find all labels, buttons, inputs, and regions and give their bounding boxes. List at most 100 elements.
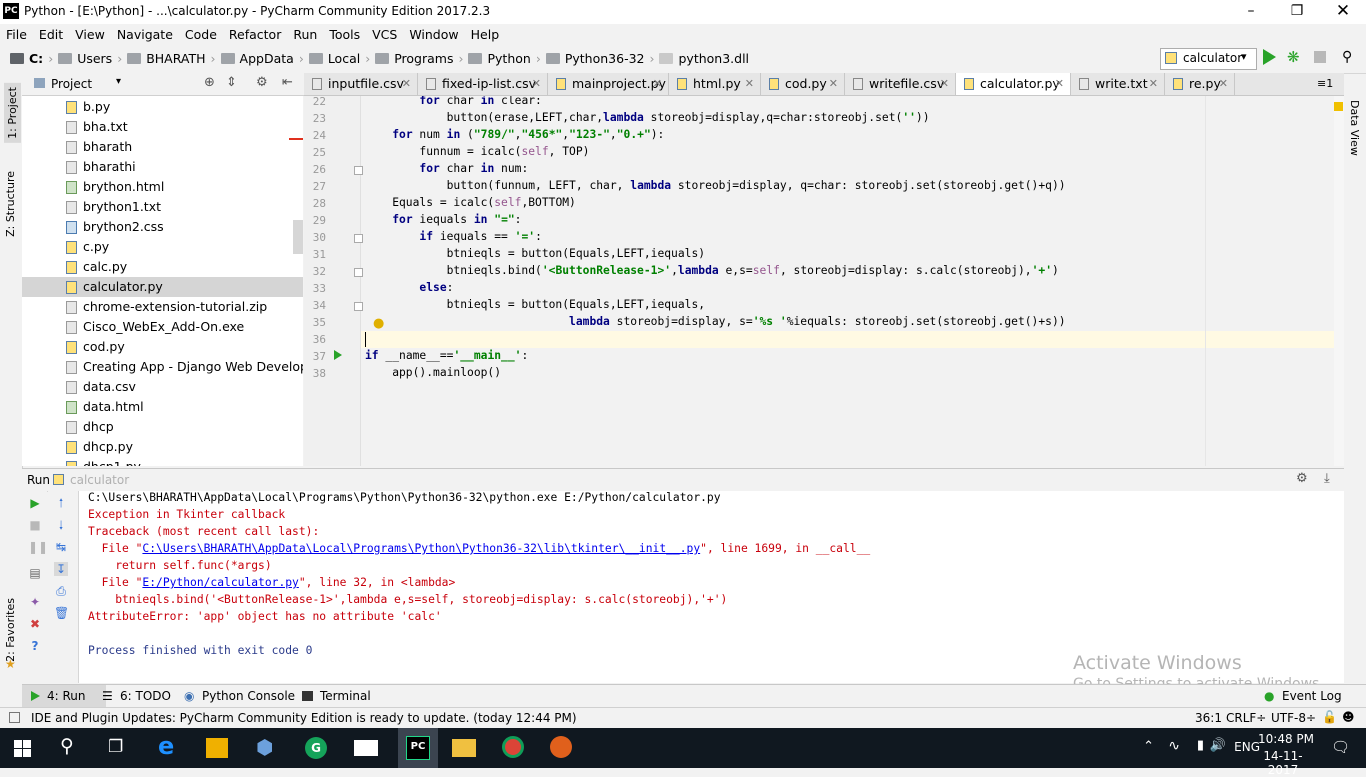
task-view-icon[interactable]: ❐ (108, 737, 136, 765)
print-icon[interactable]: ⎙ (54, 584, 68, 598)
tool-favorites[interactable]: 2: Favorites (4, 598, 17, 662)
file-encoding[interactable]: UTF-8÷ (1271, 711, 1316, 725)
lock-icon[interactable]: 🔓 (1322, 710, 1337, 724)
close-run-icon[interactable]: ✖ (28, 617, 42, 631)
restore-icon[interactable]: ❐ (1274, 0, 1320, 24)
close-tab-icon[interactable]: ✕ (829, 73, 838, 95)
close-tab-icon[interactable]: ✕ (745, 73, 754, 95)
help-icon[interactable]: ? (28, 639, 42, 653)
gear-icon[interactable]: ⚙ (1296, 471, 1308, 486)
tree-item[interactable]: brython2.css (22, 217, 303, 237)
editor-tab[interactable]: cod.py ✕ (761, 73, 845, 95)
edge-browser-icon[interactable]: e (158, 732, 186, 760)
project-panel-title[interactable]: Project (51, 77, 92, 91)
breadcrumb-item[interactable]: Local (328, 51, 360, 66)
tree-item[interactable]: bharathi (22, 157, 303, 177)
menu-refactor[interactable]: Refactor (223, 24, 287, 45)
menu-help[interactable]: Help (465, 24, 506, 45)
search-icon[interactable]: ⚲ (60, 735, 88, 763)
run-configuration-select[interactable]: calculator ▾ (1160, 48, 1257, 70)
menu-vcs[interactable]: VCS (366, 24, 403, 45)
editor-tab[interactable]: calculator.py ✕ (956, 73, 1071, 95)
menu-navigate[interactable]: Navigate (111, 24, 179, 45)
close-tab-icon[interactable]: ✕ (1055, 73, 1064, 95)
chevron-down-icon[interactable]: ▾ (116, 76, 121, 87)
chrome-icon[interactable] (502, 736, 524, 758)
grammarly-icon[interactable]: G (305, 737, 327, 759)
editor-tab[interactable]: fixed-ip-list.csv ✕ (418, 73, 548, 95)
pin-icon[interactable]: ✦ (28, 595, 42, 609)
down-arrow-icon[interactable]: 🠓 (54, 518, 68, 532)
mail-icon[interactable] (354, 740, 378, 756)
close-tab-icon[interactable]: ✕ (532, 73, 541, 95)
wifi-icon[interactable]: ∿ (1168, 738, 1180, 754)
close-tab-icon[interactable]: ✕ (402, 73, 411, 95)
run-config-name[interactable]: calculator (70, 473, 129, 487)
tool-data-view[interactable]: Data View (1348, 100, 1361, 156)
scroll-to-end-icon[interactable]: ↧ (54, 562, 68, 576)
breadcrumb-item[interactable]: Programs (394, 51, 453, 66)
layout-icon[interactable]: ▤ (28, 566, 42, 580)
stop-icon[interactable] (1314, 51, 1326, 63)
menu-file[interactable]: File (0, 24, 33, 45)
close-tab-icon[interactable]: ✕ (940, 73, 949, 95)
menu-view[interactable]: View (69, 24, 111, 45)
run-icon[interactable] (1263, 49, 1276, 65)
stop-icon[interactable]: ■ (28, 518, 42, 532)
breadcrumb-item[interactable]: C: (29, 51, 43, 66)
tool-tab-todo[interactable]: ☰ 6: TODO (100, 685, 171, 707)
chevron-up-icon[interactable]: ⌃ (1143, 739, 1154, 754)
breadcrumb-item[interactable]: BHARATH (146, 51, 205, 66)
tree-item[interactable]: bha.txt (22, 117, 303, 137)
menu-code[interactable]: Code (179, 24, 223, 45)
close-tab-icon[interactable]: ✕ (653, 73, 662, 95)
inspector-icon[interactable]: ☻ (1342, 710, 1355, 724)
pycharm-taskbar-icon[interactable]: PC (398, 728, 438, 768)
breadcrumb-item[interactable]: Python36-32 (565, 51, 645, 66)
tree-item[interactable]: data.html (22, 397, 303, 417)
status-message[interactable]: IDE and Plugin Updates: PyCharm Communit… (31, 711, 577, 725)
firefox-icon[interactable] (550, 736, 572, 758)
editor-tab[interactable]: mainproject.py ✕ (548, 73, 669, 95)
virtualbox-icon[interactable]: ⬢ (256, 735, 284, 763)
rerun-icon[interactable]: ▶ (28, 496, 42, 510)
editor-tab[interactable]: write.txt ✕ (1071, 73, 1165, 95)
battery-icon[interactable]: ▮ (1197, 738, 1204, 753)
gear-icon[interactable]: ⚙ (256, 75, 268, 90)
up-arrow-icon[interactable]: 🠑 (54, 496, 68, 510)
store-icon[interactable] (206, 738, 228, 758)
notification-icon[interactable]: 🗨 (1331, 738, 1350, 756)
debug-icon[interactable]: ❋ (1287, 48, 1300, 66)
tree-item[interactable]: Cisco_WebEx_Add-On.exe (22, 317, 303, 337)
tree-item[interactable]: dhcp (22, 417, 303, 437)
menu-edit[interactable]: Edit (33, 24, 69, 45)
menu-window[interactable]: Window (403, 24, 464, 45)
menu-run[interactable]: Run (287, 24, 323, 45)
tree-item[interactable]: calculator.py (22, 277, 303, 297)
breadcrumb-item[interactable]: AppData (240, 51, 294, 66)
editor-tab[interactable]: inputfile.csv ✕ (304, 73, 418, 95)
tool-tab-terminal[interactable]: Terminal (300, 685, 371, 707)
locate-icon[interactable]: ⊕ (204, 75, 215, 90)
close-tab-icon[interactable]: ✕ (1219, 73, 1228, 95)
breadcrumb-item[interactable]: Users (77, 51, 112, 66)
run-gutter-icon[interactable] (334, 350, 342, 360)
soft-wrap-icon[interactable]: ↹ (54, 540, 68, 554)
trash-icon[interactable]: 🗑 (54, 606, 69, 620)
editor-tab[interactable]: re.py ✕ (1165, 73, 1235, 95)
editor-tab[interactable]: writefile.csv ✕ (845, 73, 956, 95)
file-explorer-icon[interactable] (452, 739, 476, 757)
code-editor[interactable]: for char in clear: button(erase,LEFT,cha… (361, 96, 1336, 466)
lightbulb-icon[interactable]: ● (373, 316, 384, 331)
breadcrumb-item[interactable]: python3.dll (678, 51, 749, 66)
clock-date[interactable]: 14-11-2017 (1250, 749, 1316, 777)
editor-tab[interactable]: html.py ✕ (669, 73, 761, 95)
close-tab-icon[interactable]: ✕ (1149, 73, 1158, 95)
close-icon[interactable]: ✕ (1320, 0, 1366, 24)
tree-item[interactable]: brython.html (22, 177, 303, 197)
tool-structure[interactable]: Z: Structure (4, 171, 17, 237)
tree-item[interactable]: Creating App - Django Web Development (22, 357, 303, 377)
breadcrumb-item[interactable]: Python (487, 51, 530, 66)
tool-project[interactable]: 1: Project (4, 83, 21, 143)
hide-icon[interactable]: ⤓ (1324, 471, 1330, 486)
